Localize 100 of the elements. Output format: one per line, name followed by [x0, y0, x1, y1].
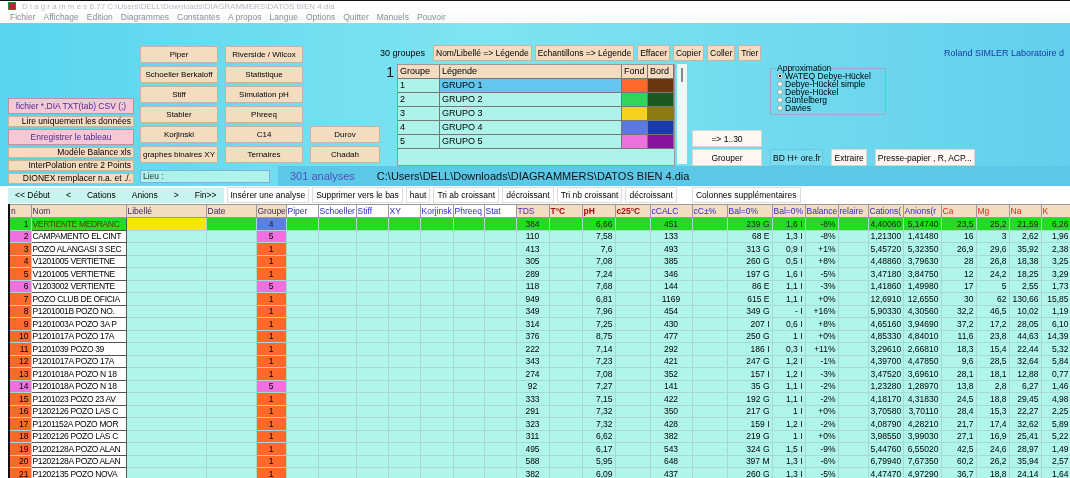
fill-swatch[interactable]	[622, 93, 648, 107]
legend-cell[interactable]: GRUPO 5	[440, 135, 622, 149]
table-row[interactable]: 2 CAMPAMENTO EL CINT 5 110 7,58 133 68 E 1,3 I -8% 1,21300 1,41480 16 3 2,62 1,96	[9, 230, 1070, 243]
tool-button[interactable]: BD H+ ore.fr	[770, 149, 824, 166]
menu-item[interactable]: Constantes	[177, 12, 220, 22]
table-action-button[interactable]: Insérer une analyse	[226, 187, 310, 203]
fill-swatch[interactable]	[622, 79, 648, 93]
legend-cell[interactable]: GRUPO 1	[440, 79, 622, 93]
table-action-button[interactable]: haut	[405, 187, 431, 203]
table-action-button[interactable]: Tri nb croissant	[556, 187, 623, 203]
border-swatch[interactable]	[648, 79, 674, 93]
legend-cell[interactable]: GRUPO 4	[440, 121, 622, 135]
radio-button[interactable]	[777, 89, 783, 95]
column-header[interactable]: Date	[206, 204, 256, 218]
radio-label[interactable]: WATEQ Debye-Hückel	[785, 72, 871, 80]
legend-button[interactable]: Trier	[738, 44, 762, 61]
legend-button[interactable]: Copier	[673, 44, 705, 61]
diagram-button[interactable]: Stiff	[140, 86, 218, 103]
column-header[interactable]: cCALC	[650, 204, 692, 218]
border-swatch[interactable]	[648, 107, 674, 121]
menu-item[interactable]: Pouvoir	[416, 12, 446, 22]
table-row[interactable]: 8 P1201001B POZO NO. 1 349 7,96 454 349 G - I +16% 5,90330 4,30560 32,2 46,5 10,02 1,19	[9, 305, 1070, 318]
radio-label[interactable]: Debye-Hückel	[785, 88, 839, 96]
menu-item[interactable]: Diagrammes	[120, 12, 169, 22]
table-row[interactable]: 12 P1201017A POZO 17A 1 343 7,23 421 247 G 1,2 I -1% 4,39700 4,47850 9,6 28,5 32,64 5,84	[9, 355, 1070, 368]
table-row[interactable]: 3 POZO ALANGASI 3 SEC 1 413 7,6 493 313 G 0,9 I +1% 5,45720 5,32350 26,9 29,6 35,92 2,38	[9, 242, 1070, 255]
radio-button[interactable]	[777, 105, 783, 111]
menu-item[interactable]: Fichier	[10, 12, 36, 22]
diagram-button[interactable]: Korjinski	[140, 126, 218, 143]
location-field[interactable]: Lieu :	[140, 169, 270, 183]
table-row[interactable]: 9 P1201003A POZO 3A P 1 314 7,25 430 207 I 0,6 I +8% 4,65160 3,94690 37,2 17,2 28,05 6,10	[9, 317, 1070, 330]
tool-button[interactable]: Extraire	[831, 149, 867, 166]
legend-button[interactable]: Nom/Libellé => Légende	[433, 44, 532, 61]
fill-swatch[interactable]	[622, 135, 648, 149]
column-header[interactable]: Schoeller	[318, 204, 356, 218]
column-header[interactable]: c25°C	[615, 204, 650, 218]
table-row[interactable]: 21 P1202135 POZO NOVA 1 382 6,09 437 260 G 1,3 I -5% 4,47470 4,97290 36,7 18,8 24,14 1,64	[9, 467, 1070, 478]
column-header[interactable]: cC±%	[692, 204, 727, 218]
selected-row[interactable]: 1 VERTIENTE MEDRANC 4 384 6,66 451 239 G 1,6 I -8% 4,40060 5,14740 23,5 25,2 21,59 6,26	[9, 217, 1070, 230]
border-swatch[interactable]	[648, 93, 674, 107]
table-row[interactable]: 4 V1201005 VERTIETNE 1 305 7,08 385 260 G 0,5 I +8% 4,48860 3,79630 28 26,8 18,38 3,25	[9, 255, 1070, 268]
column-header[interactable]: Anions(r	[903, 204, 941, 218]
menu-item[interactable]: Langue	[269, 12, 298, 22]
table-row[interactable]: 17 P1201152A POZO MOR 1 323 7,32 428 159 I 1,2 I -2% 4,08790 4,28210 21,7 17,4 32,62 5,89	[9, 417, 1070, 430]
menu-item[interactable]: Affichage	[43, 12, 79, 22]
file-button[interactable]: InterPolation entre 2 Points	[8, 160, 134, 171]
column-header[interactable]: Bal=0%	[727, 204, 772, 218]
table-action-button[interactable]: Tri ab croissant	[433, 187, 500, 203]
diagram-button[interactable]: graphes binaires XY	[140, 146, 218, 163]
column-header[interactable]: Stat	[484, 204, 516, 218]
column-header[interactable]: n	[9, 204, 31, 218]
menu-item[interactable]: Edition	[86, 12, 113, 22]
legend-cell[interactable]: GRUPO 2	[440, 93, 622, 107]
column-header[interactable]: relaire	[838, 204, 868, 218]
table-row[interactable]: 13 P1201018A POZO N 18 1 274 7,08 352 157 I 1,2 I -3% 3,47520 3,69610 28,1 18,1 12,88 0,77	[9, 367, 1070, 380]
diagram-button[interactable]: Riverside / Wilcox	[225, 46, 303, 63]
legend-button[interactable]: Effacer	[637, 44, 670, 61]
group-button[interactable]: => 1..30	[692, 130, 762, 147]
diagram-button[interactable]: Stabler	[140, 106, 218, 123]
column-header[interactable]: XY	[388, 204, 420, 218]
column-header[interactable]: Nom	[31, 204, 126, 218]
file-button[interactable]: Modèle Balance xls	[8, 147, 134, 158]
table-action-button[interactable]: décroissant	[502, 187, 554, 203]
menu-item[interactable]: Quitter	[343, 12, 369, 22]
radio-label[interactable]: Debye-Hückel simple	[785, 80, 866, 88]
diagram-button[interactable]: Durov	[310, 126, 380, 143]
diagram-button[interactable]: Piper	[140, 46, 218, 63]
table-row[interactable]: 18 P1202126 POZO LAS C 1 311 6,62 382 219 G 1 I +0% 3,98550 3,99030 27,1 16,9 25,41 5,22	[9, 430, 1070, 443]
file-button[interactable]: fichier *.DIA TXT(tab) CSV (;)	[8, 98, 134, 114]
radio-button[interactable]	[777, 81, 783, 87]
file-button[interactable]: Enregistrer le tableau	[8, 129, 134, 145]
fill-swatch[interactable]	[622, 107, 648, 121]
table-action-button[interactable]: décroissant	[625, 187, 677, 203]
diagram-button[interactable]: Simulation pH	[225, 86, 303, 103]
legend-button[interactable]: Echantillons => Légende	[534, 44, 635, 61]
table-row[interactable]: 6 V1203002 VERTIENTE 5 118 7,68 144 86 E 1,1 I -3% 1,41860 1,49980 17 5 2,55 1,73	[9, 280, 1070, 293]
tool-button[interactable]: Presse-papier , R, ACP...	[874, 149, 975, 166]
diagram-button[interactable]: Ternaires	[225, 146, 303, 163]
column-header[interactable]: T°C	[549, 204, 582, 218]
column-header[interactable]: Phreeq	[453, 204, 484, 218]
table-row[interactable]: 10 P1201017A POZO 17A 1 376 8,75 477 250 G 1 I +0% 4,85330 4,84010 11,6 23,8 44,63 14,39	[9, 330, 1070, 343]
column-header[interactable]: Libellé	[126, 204, 206, 218]
table-action-button[interactable]: Supprimer vers le bas	[312, 187, 403, 203]
table-row[interactable]: 5 V1201005 VERTIETNE 1 289 7,24 346 197 G 1,6 I -5% 3,47180 3,84750 12 24,2 18,25 3,29	[9, 267, 1070, 280]
column-header[interactable]: Korjinsk	[420, 204, 453, 218]
file-button[interactable]: DIONEX remplacer n.a. et ./.	[8, 173, 134, 184]
column-header[interactable]: Piper	[286, 204, 318, 218]
diagram-button[interactable]: Schoeller Berkaloff	[140, 66, 218, 83]
group-button[interactable]: Grouper	[692, 149, 762, 166]
radio-button[interactable]	[777, 97, 783, 103]
column-header[interactable]: Balance	[805, 204, 838, 218]
column-header[interactable]: TDS	[516, 204, 549, 218]
menu-item[interactable]: Manuels	[376, 12, 409, 22]
table-row[interactable]: 7 POZO CLUB DE OFICIA 1 949 6,81 1169 615 E 1,1 I +0% 12,6910 12,6550 30 62 130,66 15,85	[9, 292, 1070, 305]
diagram-button[interactable]: C14	[225, 126, 303, 143]
column-header[interactable]: Groupe	[256, 204, 286, 218]
column-header[interactable]: Bal=0%	[772, 204, 805, 218]
file-button[interactable]: Lire uniquement les données	[8, 116, 134, 127]
table-row[interactable]: 20 P1202128A POZO ALAN 1 588 5,95 648 397 M 1,3 I -6% 6,79940 7,67350 60,2 26,2 35,94 2,57	[9, 455, 1070, 468]
border-swatch[interactable]	[648, 135, 674, 149]
